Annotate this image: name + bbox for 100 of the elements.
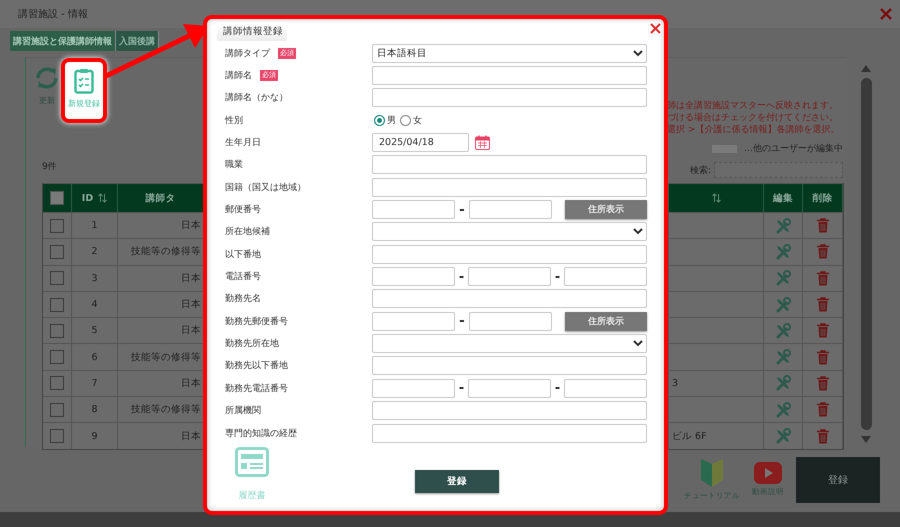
wrench-icon[interactable] xyxy=(775,244,791,260)
radio-option[interactable]: 女 xyxy=(400,114,422,127)
row-checkbox[interactable] xyxy=(50,402,64,417)
input-field[interactable] xyxy=(372,356,647,376)
dropdown[interactable]: 日本語科目 xyxy=(372,44,647,63)
delete-icon[interactable] xyxy=(816,402,828,418)
delete-icon[interactable] xyxy=(816,297,828,312)
column-header[interactable]: ID xyxy=(82,192,94,204)
input-field[interactable] xyxy=(372,88,647,108)
wrench-icon[interactable] xyxy=(775,296,791,313)
input-field[interactable] xyxy=(564,267,647,286)
delete-icon[interactable] xyxy=(816,350,828,365)
table-cell: 技能等の修得等 xyxy=(131,403,201,416)
scrollbar-thumb[interactable] xyxy=(860,78,872,430)
input-field[interactable] xyxy=(372,267,455,286)
wrench-icon[interactable] xyxy=(775,402,791,418)
field-label: 郵便番号 xyxy=(225,204,261,216)
input-field[interactable] xyxy=(372,401,647,420)
table-cell: 日本 xyxy=(181,324,201,338)
sort-icon[interactable] xyxy=(98,193,108,203)
field-label: 国籍（国又は地域） xyxy=(225,182,306,194)
input-field[interactable] xyxy=(564,378,647,398)
wrench-icon[interactable] xyxy=(775,428,791,444)
wrench-icon[interactable] xyxy=(775,270,791,286)
register-button[interactable]: 登録 xyxy=(415,470,499,494)
wrench-icon[interactable] xyxy=(775,322,791,339)
input-field[interactable] xyxy=(372,66,647,86)
table-cell: 6 xyxy=(91,352,98,363)
field-label: 所属機関 xyxy=(225,404,261,418)
wrench-icon[interactable] xyxy=(775,218,791,234)
field-label: 所在地候補 xyxy=(225,226,270,238)
tab[interactable]: 入国後講 xyxy=(116,31,159,51)
register-button[interactable]: 登録 xyxy=(796,456,880,502)
row-checkbox[interactable] xyxy=(50,244,64,259)
input-field[interactable] xyxy=(372,244,647,264)
table-cell: 7 xyxy=(91,378,98,389)
field-label: 専門的知識の経歴 xyxy=(225,428,297,440)
delete-icon[interactable] xyxy=(816,244,828,260)
column-header[interactable]: 削除 xyxy=(812,192,832,204)
input-field[interactable] xyxy=(372,178,647,197)
delete-icon[interactable] xyxy=(816,428,828,444)
table-cell: 4 xyxy=(91,299,98,310)
address-lookup-button[interactable]: 住所表示 xyxy=(564,312,647,331)
table-cell: 日本 xyxy=(181,298,201,312)
input-field[interactable] xyxy=(372,312,455,331)
row-checkbox[interactable] xyxy=(50,298,64,312)
dropdown[interactable] xyxy=(372,334,647,354)
calendar-icon[interactable] xyxy=(475,135,490,150)
scroll-up-icon[interactable] xyxy=(861,65,871,72)
close-icon[interactable] xyxy=(650,23,661,34)
table-cell: 3 xyxy=(672,378,678,389)
input-field[interactable] xyxy=(372,424,647,443)
video-icon[interactable] xyxy=(754,462,782,484)
column-header[interactable]: 編集 xyxy=(773,192,793,204)
delete-icon[interactable] xyxy=(816,270,828,286)
field-label: 講師名（かな） xyxy=(225,92,288,104)
row-checkbox[interactable] xyxy=(50,376,64,390)
field-label: 職業 xyxy=(225,158,243,172)
row-checkbox[interactable] xyxy=(50,350,64,364)
field-label: 講師タイプ xyxy=(225,47,270,60)
search-label: 検索: xyxy=(690,164,711,176)
beginner-mark-icon[interactable] xyxy=(699,458,725,488)
field-label: 勤務先所在地 xyxy=(225,338,279,350)
chevron-down-icon xyxy=(633,228,643,236)
input-field[interactable] xyxy=(372,378,455,398)
wrench-icon[interactable] xyxy=(775,349,791,366)
table-cell: 技能等の修得等 xyxy=(131,350,201,364)
field-label: 勤務先郵便番号 xyxy=(225,316,288,328)
dropdown[interactable] xyxy=(372,222,647,242)
input-field[interactable] xyxy=(468,267,551,286)
close-icon[interactable] xyxy=(880,8,892,20)
delete-icon[interactable] xyxy=(816,218,828,234)
input-field[interactable] xyxy=(468,200,552,220)
date-field[interactable]: 2025/04/18 xyxy=(372,133,469,152)
wrench-icon[interactable] xyxy=(775,375,791,392)
table-cell: ビル 6F xyxy=(672,430,707,443)
row-checkbox[interactable] xyxy=(50,271,64,286)
delete-icon[interactable] xyxy=(816,323,828,338)
input-field[interactable] xyxy=(468,378,551,398)
row-checkbox[interactable] xyxy=(50,429,64,444)
column-header[interactable]: 講師タ xyxy=(146,192,176,204)
select-all-checkbox[interactable] xyxy=(50,191,64,205)
sort-icon[interactable] xyxy=(712,193,720,203)
input-field[interactable] xyxy=(372,200,455,220)
input-field[interactable] xyxy=(372,155,647,174)
field-label: 勤務先名 xyxy=(225,292,261,306)
delete-icon[interactable] xyxy=(816,376,828,391)
record-count: 9件 xyxy=(41,160,58,173)
tab[interactable]: 講習施設と保護講師情報 xyxy=(10,31,116,51)
radio-option[interactable]: 男 xyxy=(374,114,396,127)
address-lookup-button[interactable]: 住所表示 xyxy=(564,200,647,220)
input-field[interactable] xyxy=(372,289,647,308)
input-field[interactable] xyxy=(468,312,552,331)
scroll-down-icon[interactable] xyxy=(861,436,871,443)
resume-icon[interactable] xyxy=(235,447,269,478)
field-label: 性別 xyxy=(225,114,243,127)
field-label: 電話番号 xyxy=(225,270,261,284)
row-checkbox[interactable] xyxy=(50,324,64,338)
row-checkbox[interactable] xyxy=(50,218,64,233)
clipboard-icon xyxy=(74,68,94,94)
